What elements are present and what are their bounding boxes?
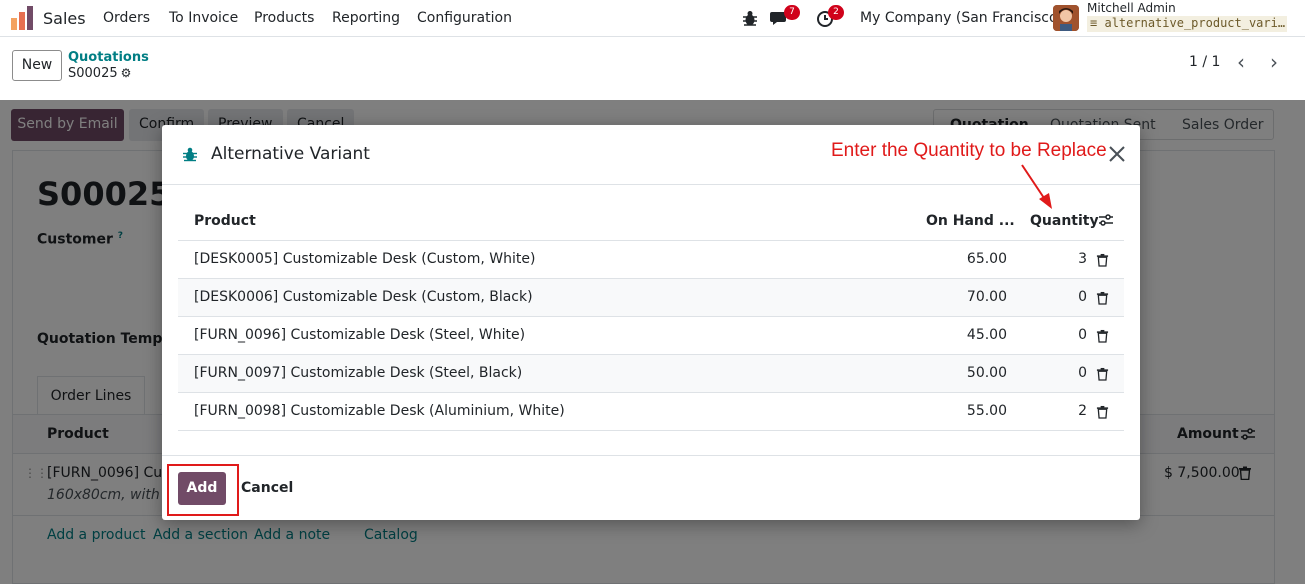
trash-icon[interactable]: [1096, 291, 1109, 305]
user-avatar[interactable]: [1053, 5, 1079, 31]
column-on-hand[interactable]: On Hand ...: [926, 213, 1015, 229]
column-quantity[interactable]: Quantity: [1030, 213, 1099, 229]
variant-name: [DESK0006] Customizable Desk (Custom, Bl…: [194, 289, 533, 305]
trash-icon[interactable]: [1096, 329, 1109, 343]
debug-bug-icon[interactable]: [740, 8, 760, 28]
variant-on-hand: 55.00: [966, 403, 1007, 419]
variant-name: [FURN_0098] Customizable Desk (Aluminium…: [194, 403, 565, 419]
cancel-button[interactable]: Cancel: [241, 480, 293, 496]
breadcrumb-quotations[interactable]: Quotations: [68, 50, 149, 65]
database-icon: ≡: [1090, 16, 1098, 30]
trash-icon[interactable]: [1096, 253, 1109, 267]
new-button[interactable]: New: [12, 50, 62, 81]
variant-quantity[interactable]: 3: [1078, 251, 1087, 267]
menu-products[interactable]: Products: [254, 10, 314, 26]
variant-on-hand: 50.00: [966, 365, 1007, 381]
pager-next-icon[interactable]: ›: [1259, 50, 1289, 76]
alternative-variant-dialog: Alternative Variant Enter the Quantity t…: [162, 125, 1140, 520]
database-name: ≡ alternative_product_vari…: [1087, 16, 1287, 32]
variant-name: [FURN_0096] Customizable Desk (Steel, Wh…: [194, 327, 526, 343]
variant-table-header: Product On Hand ... Quantity: [178, 201, 1124, 241]
variant-quantity[interactable]: 0: [1078, 289, 1087, 305]
database-label: alternative_product_vari…: [1104, 16, 1286, 30]
variant-name: [FURN_0097] Customizable Desk (Steel, Bl…: [194, 365, 523, 381]
variant-quantity[interactable]: 0: [1078, 365, 1087, 381]
table-row[interactable]: [DESK0005] Customizable Desk (Custom, Wh…: [178, 241, 1124, 279]
table-row[interactable]: [DESK0006] Customizable Desk (Custom, Bl…: [178, 279, 1124, 317]
table-row[interactable]: [FURN_0097] Customizable Desk (Steel, Bl…: [178, 355, 1124, 393]
user-name[interactable]: Mitchell Admin: [1087, 1, 1176, 15]
trash-icon[interactable]: [1096, 367, 1109, 381]
breadcrumb-current: S00025 ⚙: [68, 66, 131, 81]
trash-icon[interactable]: [1096, 405, 1109, 419]
close-icon[interactable]: [1107, 144, 1127, 164]
menu-orders[interactable]: Orders: [103, 10, 150, 26]
column-product[interactable]: Product: [194, 213, 256, 229]
menu-reporting[interactable]: Reporting: [332, 10, 400, 26]
pager-previous-icon[interactable]: ‹: [1226, 50, 1256, 76]
gear-icon[interactable]: ⚙: [121, 66, 132, 80]
table-row[interactable]: [FURN_0096] Customizable Desk (Steel, Wh…: [178, 317, 1124, 355]
sales-app-icon[interactable]: [11, 6, 33, 30]
variant-name: [DESK0005] Customizable Desk (Custom, Wh…: [194, 251, 536, 267]
variant-on-hand: 45.00: [966, 327, 1007, 343]
modal-footer: Add Cancel: [162, 455, 1140, 520]
variant-on-hand: 65.00: [966, 251, 1007, 267]
variant-quantity[interactable]: 0: [1078, 327, 1087, 343]
menu-to-invoice[interactable]: To Invoice: [169, 10, 238, 26]
table-row[interactable]: [FURN_0098] Customizable Desk (Aluminium…: [178, 393, 1124, 431]
optional-columns-icon[interactable]: [1098, 212, 1114, 228]
company-switcher[interactable]: My Company (San Francisco): [860, 10, 1063, 26]
breadcrumb-current-label: S00025: [68, 66, 118, 81]
debug-bug-icon[interactable]: [182, 145, 198, 163]
activities-badge: 2: [828, 5, 844, 20]
pager-value[interactable]: 1 / 1: [1189, 54, 1220, 70]
messages-badge: 7: [784, 5, 800, 20]
add-button[interactable]: Add: [178, 472, 226, 505]
modal-title: Alternative Variant: [211, 144, 370, 164]
menu-configuration[interactable]: Configuration: [417, 10, 512, 26]
annotation-text: Enter the Quantity to be Replace: [831, 140, 1107, 161]
modal-header: Alternative Variant Enter the Quantity t…: [162, 125, 1140, 209]
variant-on-hand: 70.00: [966, 289, 1007, 305]
variant-quantity[interactable]: 2: [1078, 403, 1087, 419]
top-navbar: Sales Orders To Invoice Products Reporti…: [0, 0, 1305, 37]
app-name[interactable]: Sales: [43, 9, 86, 28]
